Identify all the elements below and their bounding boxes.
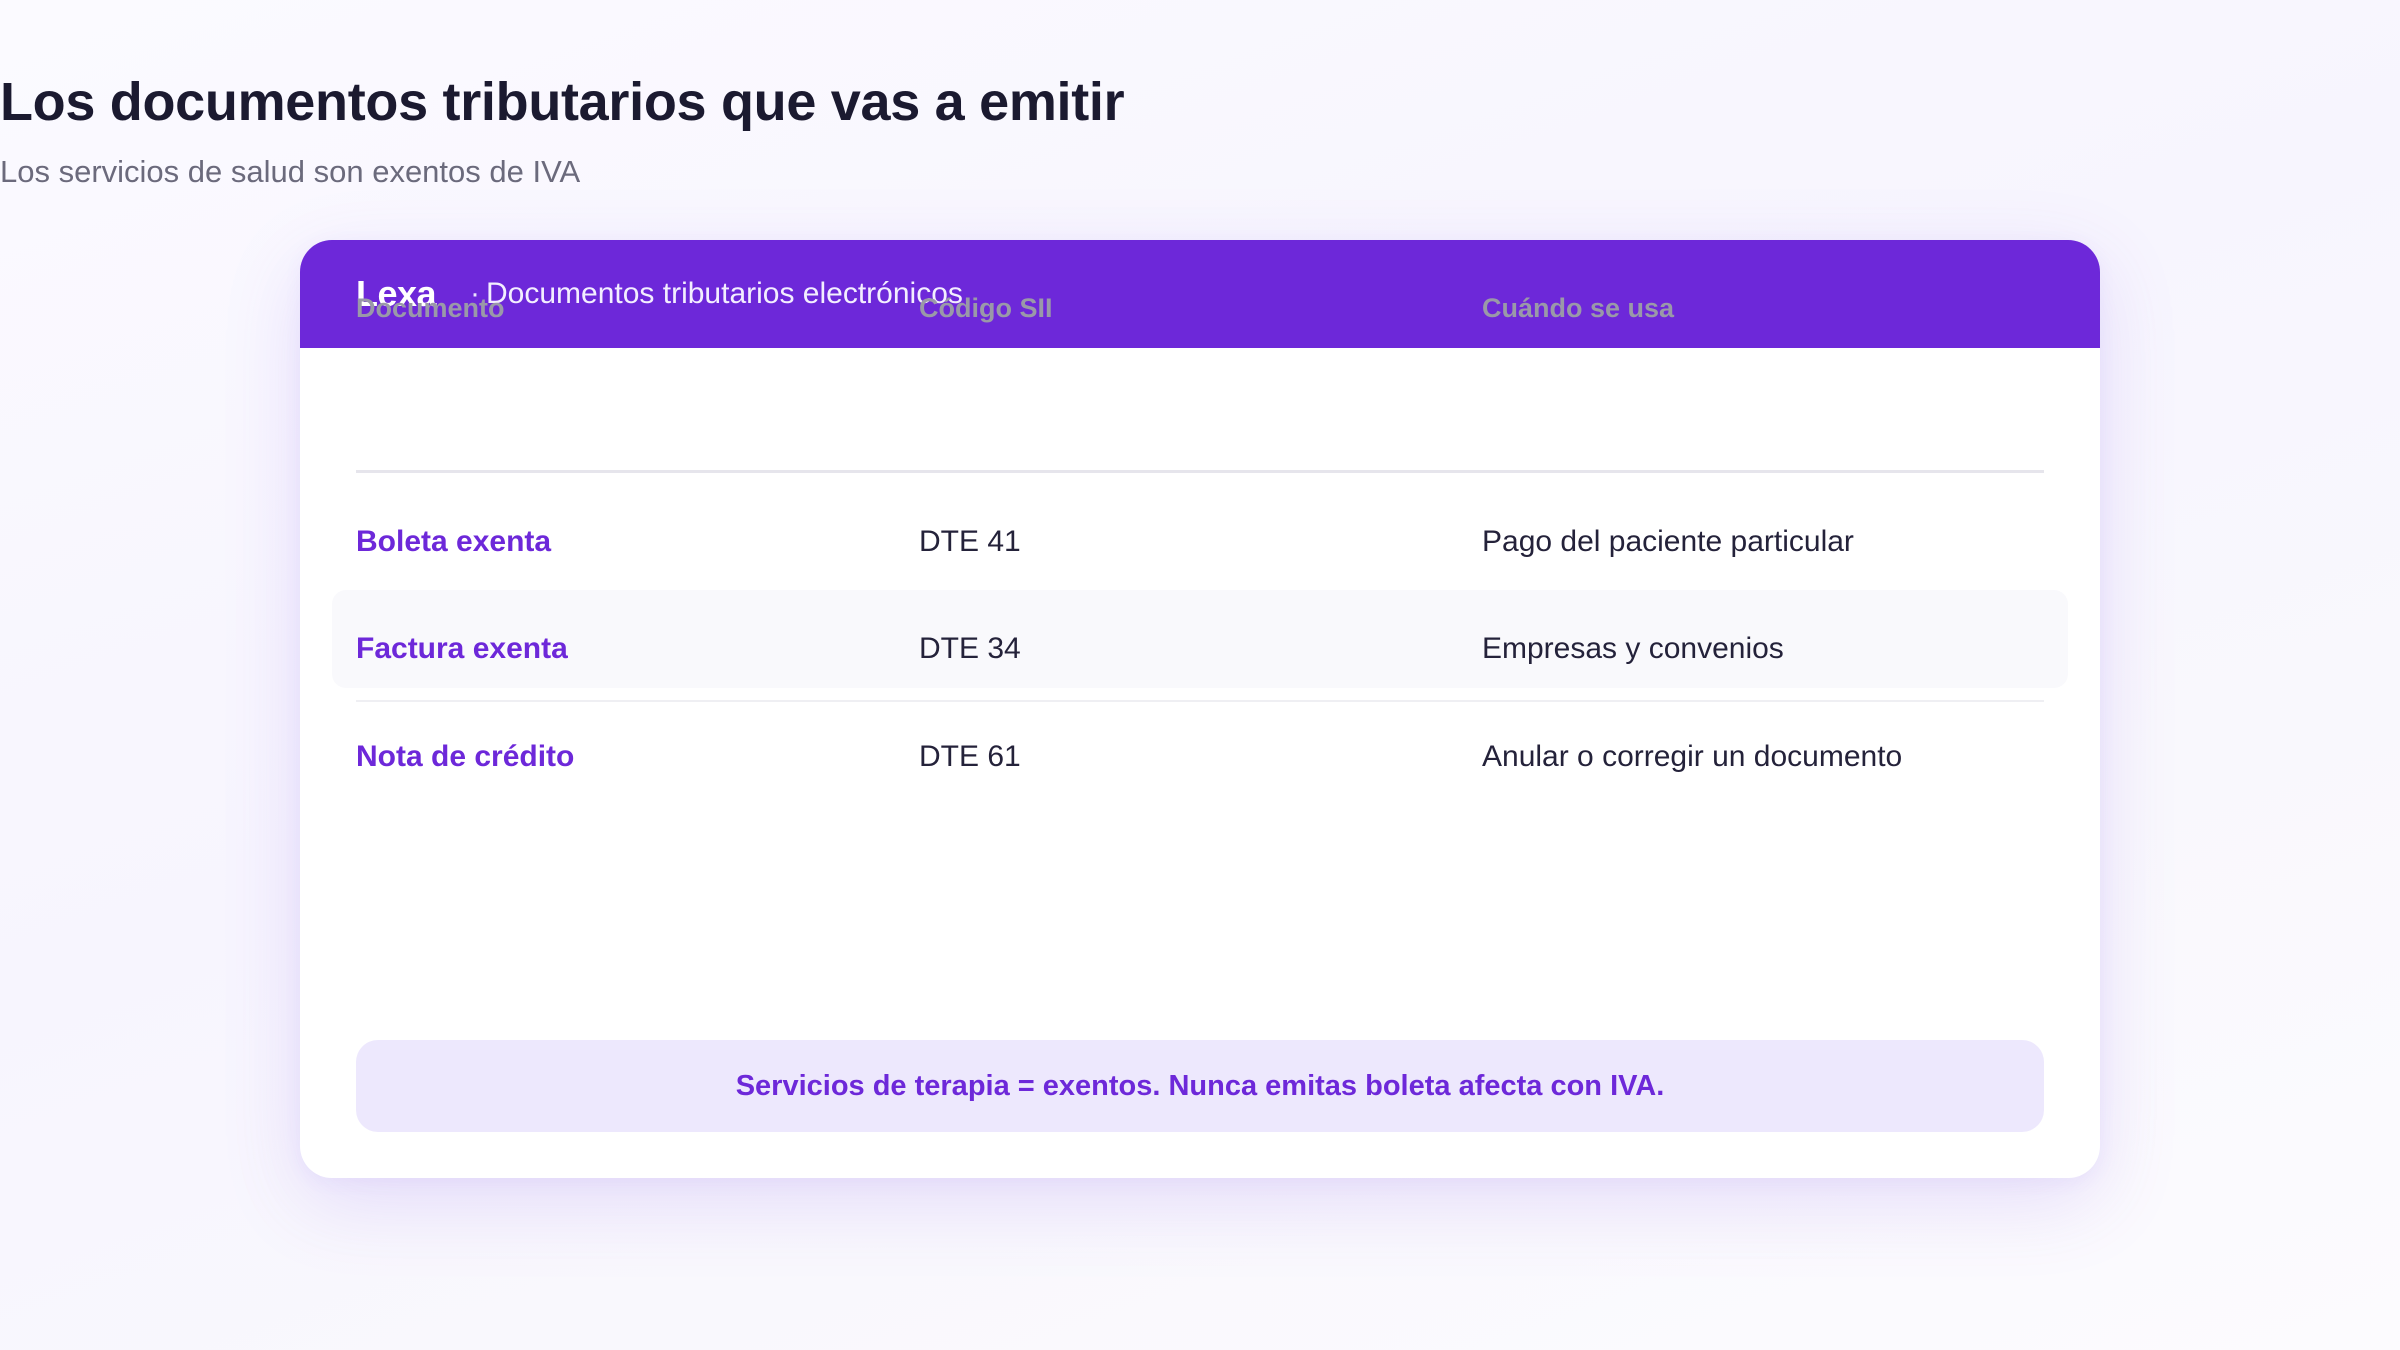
document-name: Boleta exenta: [356, 525, 552, 558]
card-header: Lexa · Documentos tributarios electrónic…: [300, 240, 2100, 348]
table-header-usage: Cuándo se usa: [1482, 293, 1675, 323]
document-usage: Pago del paciente particular: [1482, 525, 1854, 558]
exempt-note-banner: Servicios de terapia = exentos. Nunca em…: [356, 1040, 2044, 1132]
document-code: DTE 41: [919, 525, 1021, 558]
table-row-highlight: [332, 590, 2068, 688]
table-header-document: Documento: [356, 293, 505, 323]
document-code: DTE 34: [919, 632, 1021, 665]
table-row-divider: [356, 700, 2044, 702]
table-header-divider: [356, 470, 2044, 473]
table-header-code: Código SII: [919, 293, 1053, 323]
document-usage: Anular o corregir un documento: [1482, 740, 1903, 773]
page-subtitle: Los servicios de salud son exentos de IV…: [0, 154, 581, 189]
document-usage: Empresas y convenios: [1482, 632, 1784, 665]
documents-card: Lexa · Documentos tributarios electrónic…: [300, 240, 2100, 1178]
card-header-description: Documentos tributarios electrónicos: [486, 277, 963, 310]
document-name: Factura exenta: [356, 632, 568, 665]
document-code: DTE 61: [919, 740, 1021, 773]
document-name: Nota de crédito: [356, 740, 575, 773]
page-title: Los documentos tributarios que vas a emi…: [0, 72, 1125, 132]
